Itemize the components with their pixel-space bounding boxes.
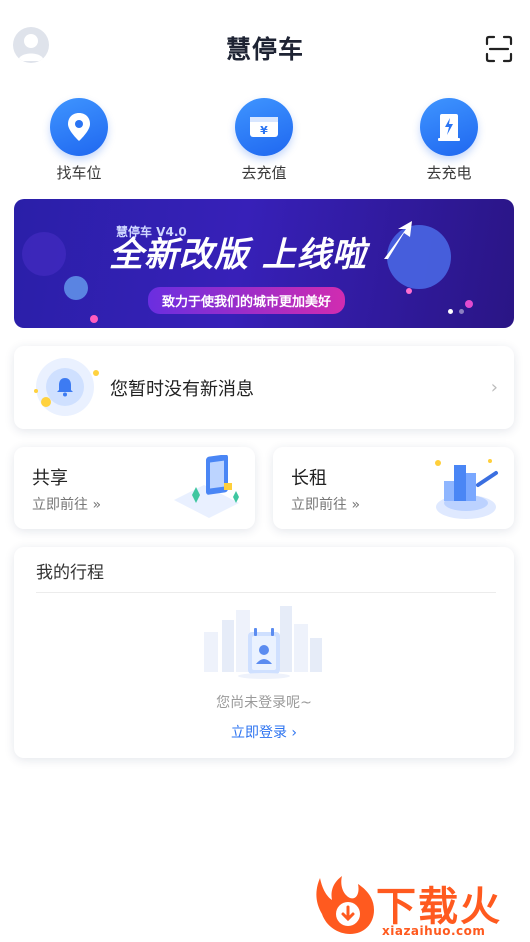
charging-station-icon: [420, 98, 478, 156]
lease-link: 立即前往 »: [291, 497, 361, 513]
share-title: 共享: [32, 468, 68, 489]
building-illustration-icon: [435, 459, 498, 519]
app-title: 慧停车: [225, 35, 304, 64]
scan-icon: [485, 35, 513, 63]
location-pin-icon: [50, 98, 108, 156]
not-logged-in-text: 您尚未登录呢~: [216, 695, 312, 711]
login-link[interactable]: 立即登录 ›: [14, 722, 514, 742]
carousel-dot: [448, 309, 453, 314]
watermark-url: xiazaihuo.com: [382, 924, 486, 938]
share-tile[interactable]: 共享 立即前往 »: [14, 447, 255, 529]
double-chevron-icon: »: [92, 497, 102, 513]
message-card[interactable]: 您暂时没有新消息 ›: [14, 346, 514, 429]
charge-label: 去充电: [426, 164, 472, 182]
flame-logo-icon: [316, 876, 374, 934]
share-link: 立即前往 »: [32, 497, 102, 513]
top-bar: 慧停车: [0, 0, 530, 92]
scan-button[interactable]: [485, 35, 513, 63]
recharge-label: 去充值: [241, 164, 287, 182]
banner-slogan: 致力于使我们的城市更加美好: [148, 287, 346, 314]
bell-icon: [57, 378, 73, 397]
find-parking-label: 找车位: [56, 164, 102, 182]
double-chevron-icon: »: [351, 497, 361, 513]
svg-text:¥: ¥: [260, 124, 268, 137]
watermark: 下载火 xiazaihuo.com: [312, 872, 526, 940]
banner-headline: 全新改版 上线啦: [109, 235, 367, 275]
my-trips-title: 我的行程: [36, 563, 104, 583]
recharge-button[interactable]: ¥ 去充值: [204, 98, 324, 183]
find-parking-button[interactable]: 找车位: [19, 98, 139, 183]
message-text: 您暂时没有新消息: [110, 379, 254, 400]
lease-tile[interactable]: 长租 立即前往 »: [273, 447, 514, 529]
carousel-dot: [459, 309, 464, 314]
phone-illustration-icon: [174, 455, 239, 518]
promo-banner[interactable]: 慧停车 V4.0 全新改版 上线啦 致力于使我们的城市更加美好: [14, 199, 514, 328]
my-trips-card: 我的行程 您尚未登录呢~ 立即登录 ›: [14, 547, 514, 758]
carousel-indicator: [448, 309, 464, 314]
charge-button[interactable]: 去充电: [389, 98, 509, 183]
lease-title: 长租: [291, 468, 327, 489]
chevron-right-icon: ›: [490, 377, 498, 398]
chevron-right-icon: ›: [291, 725, 298, 741]
empty-state-illustration: [204, 606, 322, 679]
wallet-icon: ¥: [235, 98, 293, 156]
divider: [36, 592, 496, 593]
